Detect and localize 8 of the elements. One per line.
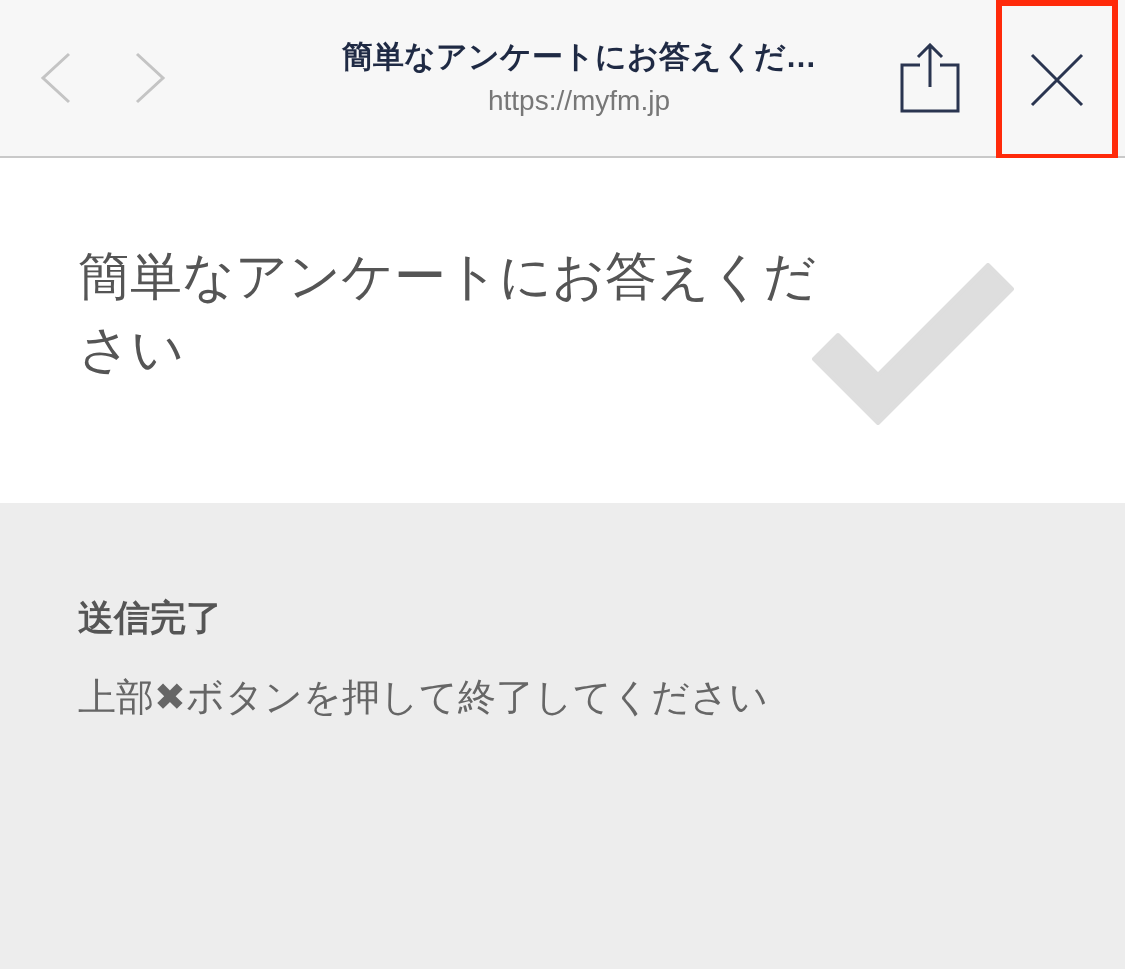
message-text: 上部✖ボタンを押して終了してください <box>78 675 769 720</box>
close-icon <box>1030 53 1084 107</box>
page-url: https://myfm.jp <box>487 83 670 118</box>
share-icon <box>900 43 960 113</box>
message-heading: 送信完了 <box>78 596 223 640</box>
close-button[interactable] <box>996 0 1118 160</box>
survey-title: 簡単なアンケートにお答えください <box>78 246 817 380</box>
page-title: 簡単なアンケートにお答えくだ… <box>341 38 817 77</box>
